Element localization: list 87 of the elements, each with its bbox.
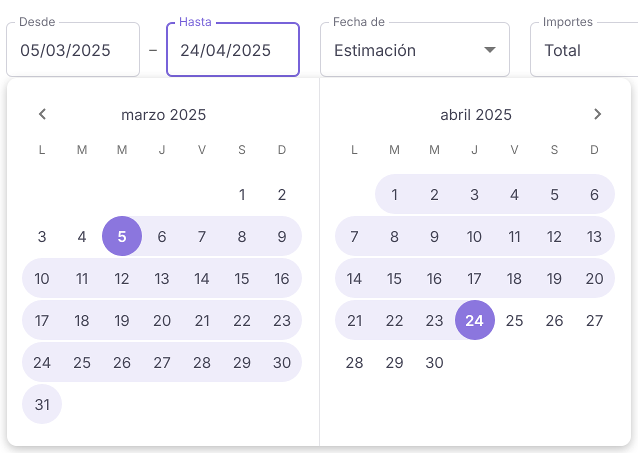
weekday-label: J <box>158 141 166 159</box>
field-value: 24/04/2025 <box>180 40 272 60</box>
day-button[interactable]: 19 <box>102 300 142 340</box>
field-label: Hasta <box>175 15 216 29</box>
day-button[interactable]: 3 <box>454 174 494 214</box>
weekday-label: J <box>470 141 479 159</box>
day-button[interactable]: 25 <box>494 300 534 340</box>
weekday-label: S <box>550 141 560 159</box>
field-value: Estimación <box>334 40 416 60</box>
field-label: Desde <box>15 15 60 29</box>
day-button[interactable]: 20 <box>142 300 182 340</box>
day-button[interactable]: 5 <box>534 174 574 214</box>
day-button[interactable]: 8 <box>222 216 262 256</box>
day-button[interactable]: 14 <box>334 258 374 298</box>
day-button[interactable]: 23 <box>414 300 454 340</box>
day-button[interactable]: 21 <box>182 300 222 340</box>
day-button[interactable]: 13 <box>574 216 614 256</box>
day-button[interactable]: 13 <box>142 258 182 298</box>
day-button[interactable]: 16 <box>262 258 302 298</box>
field-label: Fecha de <box>329 15 390 29</box>
day-button[interactable]: 24 <box>22 342 62 382</box>
day-button[interactable]: 27 <box>574 300 614 340</box>
day-button[interactable]: 15 <box>222 258 262 298</box>
day-button[interactable]: 8 <box>374 216 414 256</box>
day-button[interactable]: 2 <box>262 174 302 214</box>
weekday-label: L <box>350 141 359 159</box>
day-button[interactable]: 5 <box>102 216 142 256</box>
day-button[interactable]: 1 <box>374 174 414 214</box>
weekday-label: V <box>509 141 520 159</box>
day-button[interactable]: 22 <box>222 300 262 340</box>
weekday-label: D <box>589 141 600 159</box>
day-button[interactable]: 19 <box>534 258 574 298</box>
day-button[interactable]: 4 <box>62 216 102 256</box>
day-button[interactable]: 26 <box>534 300 574 340</box>
range-dash: – <box>148 40 158 59</box>
field-value: Total <box>544 40 581 60</box>
day-button[interactable]: 17 <box>454 258 494 298</box>
day-button[interactable]: 21 <box>334 300 374 340</box>
field-value: 05/03/2025 <box>20 40 111 60</box>
day-button[interactable]: 3 <box>22 216 62 256</box>
day-button[interactable]: 15 <box>374 258 414 298</box>
day-button[interactable]: 30 <box>414 342 454 382</box>
day-button[interactable]: 29 <box>222 342 262 382</box>
day-button[interactable]: 28 <box>334 342 374 382</box>
day-button[interactable]: 7 <box>334 216 374 256</box>
weekday-label: L <box>38 141 46 159</box>
day-button[interactable]: 30 <box>262 342 302 382</box>
day-button[interactable]: 12 <box>102 258 142 298</box>
field-label: Importes <box>539 15 598 29</box>
day-button[interactable]: 10 <box>454 216 494 256</box>
day-button[interactable]: 11 <box>494 216 534 256</box>
day-button[interactable]: 31 <box>22 384 62 424</box>
weekday-label: M <box>428 141 441 159</box>
day-button[interactable]: 28 <box>182 342 222 382</box>
day-button[interactable]: 11 <box>62 258 102 298</box>
day-button[interactable]: 23 <box>262 300 302 340</box>
day-button[interactable]: 18 <box>62 300 102 340</box>
caret-icon <box>484 46 496 52</box>
weekday-label: M <box>76 141 88 159</box>
day-button[interactable]: 20 <box>574 258 614 298</box>
month-title: abril 2025 <box>440 104 512 124</box>
day-button[interactable]: 22 <box>374 300 414 340</box>
day-button[interactable]: 25 <box>62 342 102 382</box>
weekday-label: M <box>116 141 128 159</box>
day-button[interactable]: 6 <box>142 216 182 256</box>
weekday-label: D <box>276 141 288 159</box>
day-button[interactable]: 14 <box>182 258 222 298</box>
day-button[interactable]: 2 <box>414 174 454 214</box>
day-button[interactable]: 7 <box>182 216 222 256</box>
day-button[interactable]: 17 <box>22 300 62 340</box>
day-button[interactable]: 24 <box>454 300 494 340</box>
day-button[interactable]: 29 <box>374 342 414 382</box>
day-button[interactable]: 10 <box>22 258 62 298</box>
weekday-label: S <box>237 141 247 159</box>
weekday-label: M <box>388 141 401 159</box>
day-button[interactable]: 6 <box>574 174 614 214</box>
day-button[interactable]: 27 <box>142 342 182 382</box>
day-button[interactable]: 12 <box>534 216 574 256</box>
day-button[interactable]: 26 <box>102 342 142 382</box>
day-button[interactable]: 16 <box>414 258 454 298</box>
month-title: marzo 2025 <box>121 104 206 124</box>
day-button[interactable]: 9 <box>262 216 302 256</box>
day-button[interactable]: 18 <box>494 258 534 298</box>
day-button[interactable]: 1 <box>222 174 262 214</box>
day-button[interactable]: 9 <box>414 216 454 256</box>
day-button[interactable]: 4 <box>494 174 534 214</box>
weekday-label: V <box>196 141 208 159</box>
